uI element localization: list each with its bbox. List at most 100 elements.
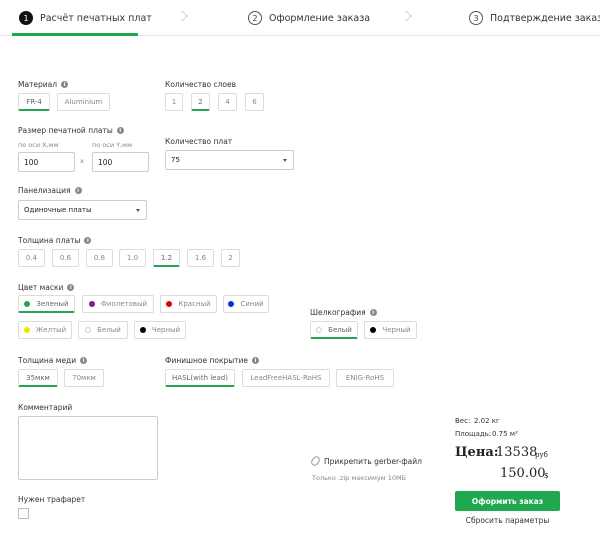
price-rub-unit: руб [535,451,548,459]
label-text: Шелкография [310,308,366,317]
step-number: 1 [19,11,33,25]
copper-option-70[interactable]: 70мкм [64,369,104,387]
option-label: Белый [328,325,352,334]
layers-option-1[interactable]: 1 [165,93,183,111]
option-label: Белый [97,326,121,334]
step-number: 3 [469,11,483,25]
panelization-select[interactable]: Одиночные платы [18,200,147,220]
step-calculation[interactable]: 1 Расчёт печатных плат [19,0,152,36]
layers-label: Количество слоев [165,80,237,89]
option-label: Красный [178,300,211,308]
thickness-option-1.0[interactable]: 1.0 [119,249,146,267]
step-label: Подтверждение заказа [490,12,600,24]
price-usd-unit: $ [544,472,549,480]
material-label: Материал i [18,80,69,89]
finish-option-hasl[interactable]: HASL(with lead) [165,369,235,387]
price-label: Цена: [455,445,499,460]
option-label: Черный [151,326,181,334]
thickness-option-0.6[interactable]: 0.6 [52,249,79,267]
label-text: Панелизация [18,186,71,195]
mask-option-red[interactable]: Красный [160,295,217,313]
color-swatch [228,301,235,307]
material-option-aluminium[interactable]: Aluminium [57,93,110,111]
thickness-label: Толщина платы i [18,236,92,245]
chevron-down-icon [283,159,287,162]
thickness-option-1.6[interactable]: 1.6 [187,249,214,267]
layers-option-2[interactable]: 2 [191,93,210,111]
option-label: Зеленый [36,299,69,308]
info-icon[interactable]: i [84,237,92,244]
mask-option-white[interactable]: Белый [78,321,128,339]
layers-option-6[interactable]: 6 [245,93,264,111]
quantity-value: 75 [171,156,180,164]
active-step-indicator [12,33,138,36]
mask-option-purple[interactable]: Фиолетовый [82,295,154,313]
color-swatch [370,327,377,333]
pcb-size-label: Размер печатной платы i [18,126,124,135]
stencil-checkbox[interactable] [18,508,29,519]
weight-value: 2.02 кг [474,417,500,425]
mask-option-yellow[interactable]: Желтый [18,321,72,339]
layers-option-4[interactable]: 4 [218,93,237,111]
color-swatch [24,300,31,307]
option-label: Черный [382,326,411,334]
step-checkout[interactable]: 2 Оформление заказа [248,0,370,36]
step-label: Расчёт печатных плат [40,12,152,24]
info-icon[interactable]: i [74,187,82,194]
size-x-input[interactable]: 100 [18,152,75,172]
mask-option-blue[interactable]: Синий [223,295,269,313]
finish-option-leadfree[interactable]: LeadFreeHASL-RoHS [242,369,330,387]
paperclip-icon [309,454,322,468]
size-y-label: по оси Y,мм [92,141,132,149]
step-confirmation[interactable]: 3 Подтверждение заказа [469,0,600,36]
info-icon[interactable]: i [61,81,69,88]
quantity-label: Количество плат [165,137,233,146]
label-text: Размер печатной платы [18,126,113,135]
info-icon[interactable]: i [369,309,377,316]
mask-option-green[interactable]: Зеленый [18,295,75,313]
price-usd: 150.00 [500,466,546,481]
step-number: 2 [248,11,262,25]
option-label: Фиолетовый [100,300,148,308]
chevron-right-icon [400,10,412,22]
material-option-fr4[interactable]: FR-4 [18,93,50,111]
finish-option-enig[interactable]: ENIG-RoHS [336,369,394,387]
silkscreen-option-black[interactable]: Черный [364,321,417,339]
info-icon[interactable]: i [116,127,124,134]
reset-parameters-link[interactable]: Сбросить параметры [455,516,560,525]
thickness-option-0.4[interactable]: 0.4 [18,249,45,267]
thickness-option-0.8[interactable]: 0.8 [86,249,113,267]
color-swatch [316,326,323,333]
price-rub: 13538 [496,445,538,460]
mask-option-black[interactable]: Черный [134,321,186,339]
info-icon[interactable]: i [67,284,75,291]
order-stepper: 1 Расчёт печатных плат 2 Оформление зака… [0,0,600,36]
color-swatch [85,327,92,333]
size-y-input[interactable]: 100 [92,152,149,172]
attach-hint: Только .zip максимум 10МБ [312,474,407,482]
area-value: 0.75 м² [492,430,518,438]
copper-option-35[interactable]: 35мкм [18,369,58,387]
option-label: Синий [240,300,264,308]
label-text: Материал [18,80,58,89]
weight-label: Вес: [455,417,471,425]
attach-gerber-link[interactable]: Прикрепить gerber-файл [309,454,422,468]
info-icon[interactable]: i [252,357,260,364]
comment-textarea[interactable] [18,416,158,480]
color-swatch [139,327,146,333]
quantity-select[interactable]: 75 [165,150,294,170]
color-swatch [23,327,30,333]
thickness-option-2[interactable]: 2 [221,249,240,267]
thickness-option-1.2[interactable]: 1.2 [153,249,180,267]
color-swatch [166,301,173,307]
color-swatch [88,301,95,307]
attach-label: Прикрепить gerber-файл [324,456,422,466]
place-order-button[interactable]: Оформить заказ [455,491,560,511]
size-x-label: по оси X,мм [18,141,59,149]
label-text: Финишное покрытие [165,356,249,365]
info-icon[interactable]: i [80,357,88,364]
area-label: Площадь: [455,430,492,438]
silkscreen-option-white[interactable]: Белый [310,321,358,339]
mask-color-label: Цвет маски i [18,283,75,292]
finish-label: Финишное покрытие i [165,356,260,365]
